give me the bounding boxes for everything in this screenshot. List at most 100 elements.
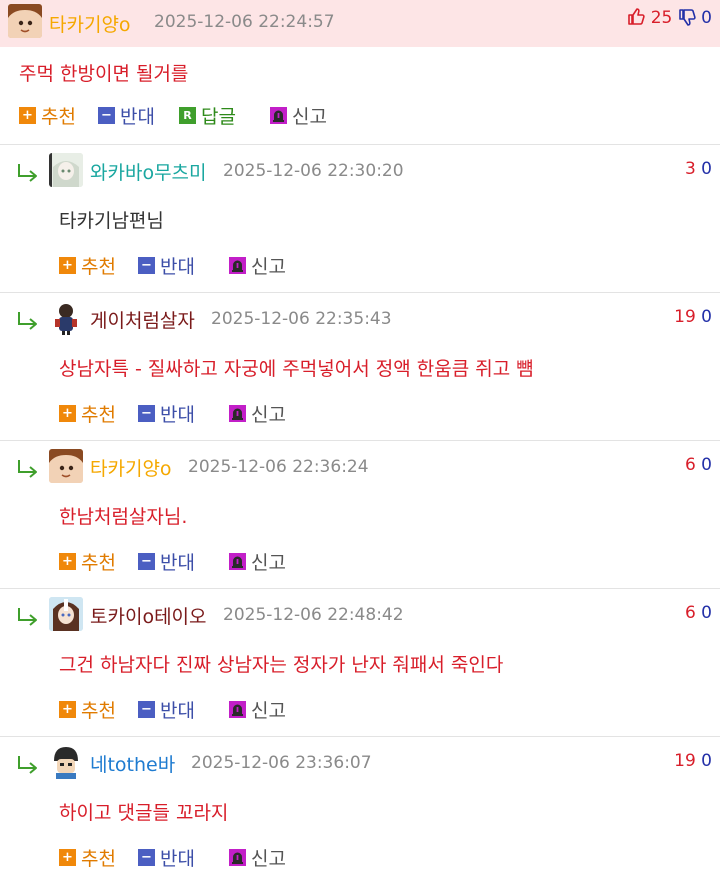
avatar[interactable]: [49, 745, 83, 779]
comment-date: 2025-12-06 22:48:42: [223, 605, 404, 625]
oppose-button[interactable]: − 반대: [138, 400, 195, 427]
recommend-button[interactable]: + 추천: [19, 102, 76, 129]
siren-icon: [270, 107, 287, 124]
downvote-count[interactable]: 0: [701, 455, 712, 475]
recommend-label: 추천: [81, 700, 116, 722]
comment-date: 2025-12-06 22:24:57: [154, 12, 335, 32]
reply-comment: 네tothe바 2025-12-06 23:36:07 19 0 하이고 댓글들 꼬라…: [0, 736, 720, 885]
avatar[interactable]: [49, 301, 83, 335]
avatar[interactable]: [49, 153, 83, 187]
report-label: 신고: [251, 700, 286, 722]
oppose-label: 반대: [160, 700, 195, 722]
siren-icon: [229, 553, 246, 570]
oppose-label: 반대: [160, 552, 195, 574]
plus-icon: +: [59, 701, 76, 718]
comment-actions: + 추천 − 반대 신고: [59, 252, 459, 280]
recommend-label: 추천: [81, 848, 116, 870]
comment-content: 한남처럼살자님.: [59, 506, 188, 528]
recommend-button[interactable]: + 추천: [59, 844, 116, 871]
downvote-count[interactable]: 0: [701, 751, 712, 771]
comment-content: 하이고 댓글들 꼬라지: [59, 802, 229, 824]
comment-date: 2025-12-06 22:35:43: [211, 309, 392, 329]
plus-icon: +: [59, 257, 76, 274]
oppose-button[interactable]: − 반대: [138, 696, 195, 723]
recommend-button[interactable]: + 추천: [59, 400, 116, 427]
comment-date: 2025-12-06 23:36:07: [191, 753, 372, 773]
report-button[interactable]: 신고: [229, 252, 286, 279]
avatar[interactable]: [49, 449, 83, 483]
oppose-label: 반대: [120, 106, 155, 128]
comment-content: 타카기남편님: [59, 210, 164, 232]
author-nickname[interactable]: 게이처럼살자: [90, 306, 195, 333]
reply-label: 답글: [201, 106, 236, 128]
report-button[interactable]: 신고: [229, 548, 286, 575]
plus-icon: +: [19, 107, 36, 124]
recommend-button[interactable]: + 추천: [59, 252, 116, 279]
minus-icon: −: [138, 701, 155, 718]
vote-counts: 19 0: [674, 751, 712, 771]
oppose-label: 반대: [160, 404, 195, 426]
author-nickname[interactable]: 타카기양o: [49, 10, 131, 37]
oppose-label: 반대: [160, 256, 195, 278]
downvote-count[interactable]: 0: [701, 159, 712, 179]
vote-counts: 3 0: [685, 159, 712, 179]
downvote-count[interactable]: 0: [701, 307, 712, 327]
upvote-count[interactable]: 19: [674, 307, 696, 327]
reply-arrow-icon: [16, 310, 40, 332]
downvote-count: 0: [701, 8, 712, 28]
reply-button[interactable]: R 답글: [179, 102, 236, 129]
upvote-count[interactable]: 6: [685, 603, 696, 623]
comment-actions: + 추천 − 반대 신고: [59, 548, 459, 576]
siren-icon: [229, 405, 246, 422]
report-button[interactable]: 신고: [229, 696, 286, 723]
minus-icon: −: [138, 257, 155, 274]
recommend-label: 추천: [81, 552, 116, 574]
oppose-button[interactable]: − 반대: [138, 844, 195, 871]
upvote-count[interactable]: 6: [685, 455, 696, 475]
report-button[interactable]: 신고: [270, 102, 327, 129]
author-nickname[interactable]: 타카기양o: [90, 454, 172, 481]
comment-actions: + 추천 − 반대 신고: [59, 844, 459, 872]
oppose-label: 반대: [160, 848, 195, 870]
comment-content: 상남자특 - 질싸하고 자궁에 주먹넣어서 정액 한움큼 쥐고 뻄: [59, 358, 534, 380]
vote-counts: 6 0: [685, 603, 712, 623]
reply-arrow-icon: [16, 162, 40, 184]
avatar[interactable]: [8, 4, 42, 38]
r-icon: R: [179, 107, 196, 124]
siren-icon: [229, 849, 246, 866]
oppose-button[interactable]: − 반대: [138, 548, 195, 575]
oppose-button[interactable]: − 반대: [98, 102, 155, 129]
recommend-label: 추천: [81, 256, 116, 278]
siren-icon: [229, 257, 246, 274]
minus-icon: −: [138, 849, 155, 866]
author-nickname[interactable]: 토카이o테이오: [90, 602, 207, 629]
reply-arrow-icon: [16, 458, 40, 480]
reply-arrow-icon: [16, 606, 40, 628]
vote-counts: 25 0: [627, 7, 712, 32]
author-nickname[interactable]: 네tothe바: [90, 750, 175, 777]
report-button[interactable]: 신고: [229, 844, 286, 871]
thumbs-down-icon[interactable]: [678, 8, 696, 32]
report-label: 신고: [251, 552, 286, 574]
avatar[interactable]: [49, 597, 83, 631]
recommend-button[interactable]: + 추천: [59, 696, 116, 723]
oppose-button[interactable]: − 반대: [138, 252, 195, 279]
comment-date: 2025-12-06 22:36:24: [188, 457, 369, 477]
main-comment-header: 타카기양o 2025-12-06 22:24:57 25 0: [0, 0, 720, 47]
plus-icon: +: [59, 405, 76, 422]
vote-counts: 6 0: [685, 455, 712, 475]
minus-icon: −: [138, 405, 155, 422]
upvote-count[interactable]: 3: [685, 159, 696, 179]
recommend-button[interactable]: + 추천: [59, 548, 116, 575]
author-nickname[interactable]: 와카바o무츠미: [90, 158, 207, 185]
upvote-count: 25: [650, 8, 673, 28]
thumbs-up-icon[interactable]: [627, 7, 645, 31]
plus-icon: +: [59, 849, 76, 866]
report-label: 신고: [251, 256, 286, 278]
upvote-count[interactable]: 19: [674, 751, 696, 771]
reply-comment: 토카이o테이오 2025-12-06 22:48:42 6 0 그건 하남자다 진짜 …: [0, 588, 720, 737]
report-label: 신고: [251, 848, 286, 870]
downvote-count[interactable]: 0: [701, 603, 712, 623]
reply-comment: 와카바o무츠미 2025-12-06 22:30:20 3 0 타카기남편님 + 추천 − 반…: [0, 144, 720, 293]
report-button[interactable]: 신고: [229, 400, 286, 427]
